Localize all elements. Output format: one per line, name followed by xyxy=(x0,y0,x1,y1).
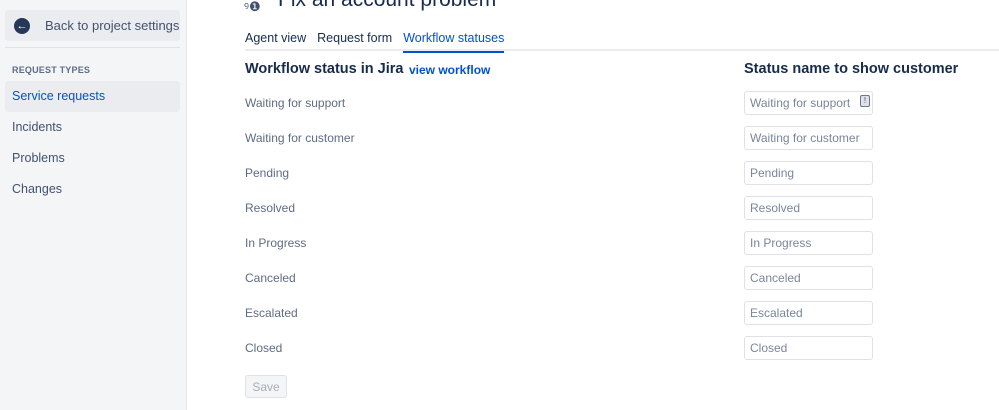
page-title: Fix an account problem xyxy=(278,0,496,12)
customer-status-input[interactable] xyxy=(744,126,873,150)
password-manager-icon[interactable]: ! xyxy=(860,95,870,107)
sidebar-item-changes[interactable]: Changes xyxy=(5,174,180,205)
customer-status-input[interactable] xyxy=(744,336,873,360)
column-header-customer-status: Status name to show customer xyxy=(744,61,959,77)
status-label: Escalated xyxy=(245,306,298,320)
request-type-icon: ꝰ❶ xyxy=(244,0,261,14)
customer-status-input[interactable] xyxy=(744,161,873,185)
section-heading: REQUEST TYPES xyxy=(12,65,91,75)
sidebar: ← Back to project settings REQUEST TYPES … xyxy=(0,0,187,410)
status-label: In Progress xyxy=(245,236,307,250)
column-header-jira-status: Workflow status in Jira xyxy=(245,61,404,77)
customer-status-input[interactable] xyxy=(744,231,873,255)
sidebar-item-incidents[interactable]: Incidents xyxy=(5,112,180,143)
status-label: Pending xyxy=(245,166,290,180)
back-to-project-settings-button[interactable]: ← Back to project settings xyxy=(5,10,180,41)
status-label: Waiting for support xyxy=(245,96,346,110)
status-label: Closed xyxy=(245,341,283,355)
sidebar-item-problems[interactable]: Problems xyxy=(5,143,180,174)
tabs: Agent view Request form Workflow statuse… xyxy=(245,31,999,53)
divider xyxy=(5,47,180,48)
customer-status-input[interactable] xyxy=(744,266,873,290)
customer-status-input[interactable] xyxy=(744,196,873,220)
back-label: Back to project settings xyxy=(45,18,180,33)
status-label: Canceled xyxy=(245,271,296,285)
tab-workflow-statuses[interactable]: Workflow statuses xyxy=(403,31,505,53)
tab-request-form[interactable]: Request form xyxy=(317,31,392,51)
tab-agent-view[interactable]: Agent view xyxy=(245,31,306,51)
customer-status-input[interactable] xyxy=(744,91,873,115)
status-label: Resolved xyxy=(245,201,296,215)
arrow-left-icon: ← xyxy=(14,17,30,34)
view-workflow-link[interactable]: view workflow xyxy=(409,63,490,77)
sidebar-item-service-requests[interactable]: Service requests xyxy=(5,81,180,112)
customer-status-input[interactable] xyxy=(744,301,873,325)
status-label: Waiting for customer xyxy=(245,131,355,145)
save-button[interactable]: Save xyxy=(245,375,287,398)
